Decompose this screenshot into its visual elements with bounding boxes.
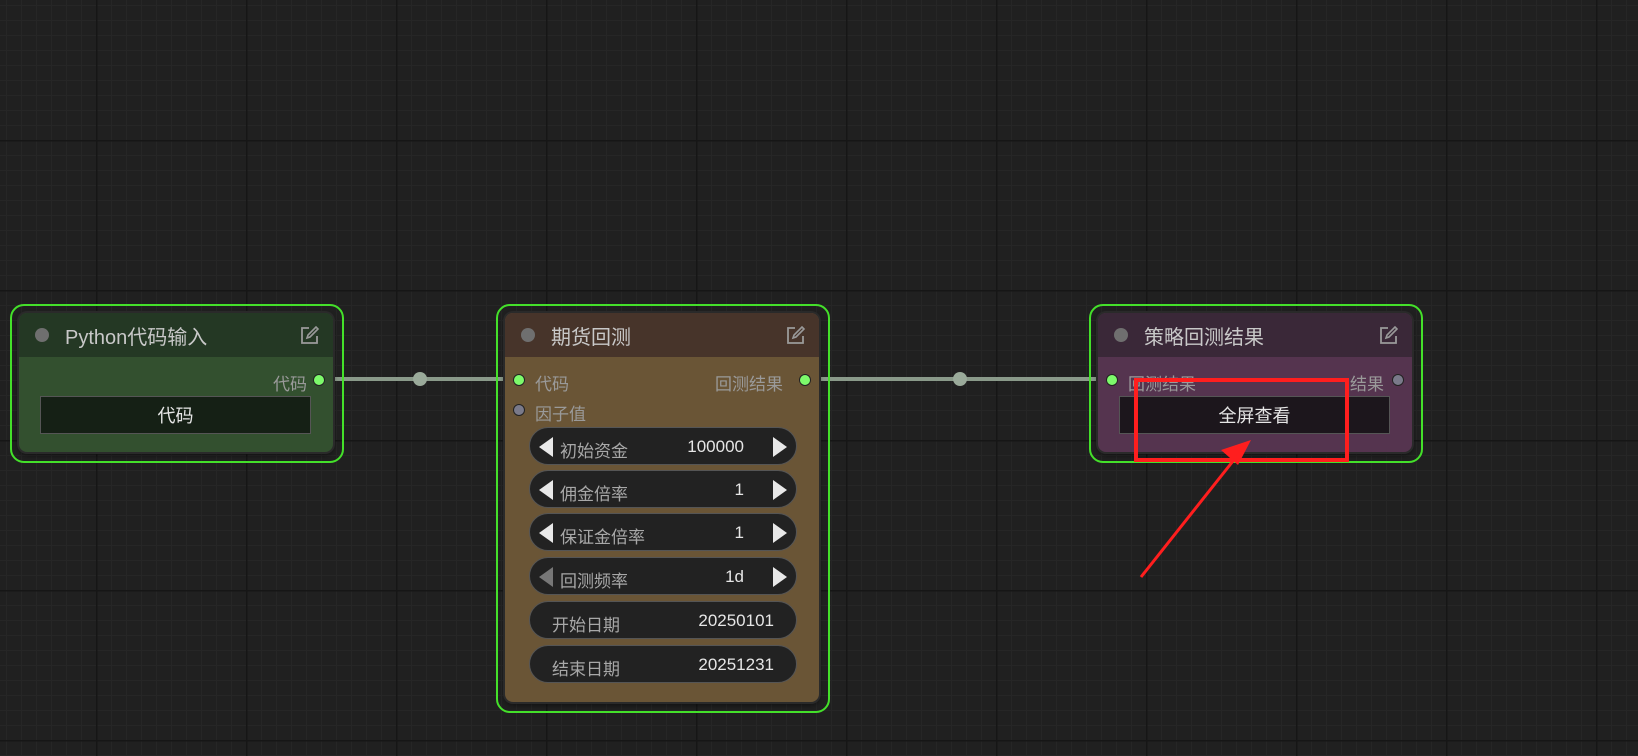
edit-icon[interactable]: [299, 326, 319, 346]
decrement-arrow-icon[interactable]: [539, 567, 553, 587]
output-port-result[interactable]: [1392, 374, 1404, 386]
widget-value: 1: [734, 523, 744, 542]
output-port-code[interactable]: [313, 374, 325, 386]
increment-arrow-icon[interactable]: [773, 480, 787, 500]
python-code-input-node[interactable]: Python代码输入 代码 代码: [19, 313, 333, 452]
input-port-factor[interactable]: [513, 404, 525, 416]
input-port-code[interactable]: [513, 374, 525, 386]
edit-icon[interactable]: [785, 326, 805, 346]
widget-label: 保证金倍率: [560, 528, 645, 547]
widget-label: 佣金倍率: [560, 485, 628, 504]
node-header[interactable]: 期货回测: [505, 313, 819, 357]
widget-label: 回测频率: [560, 572, 628, 591]
decrement-arrow-icon[interactable]: [539, 523, 553, 543]
increment-arrow-icon[interactable]: [773, 437, 787, 457]
widget-start-date[interactable]: 开始日期 20250101: [529, 601, 797, 639]
widget-label: 结束日期: [552, 660, 620, 679]
widget-commission-multiplier[interactable]: 佣金倍率 1: [529, 470, 797, 508]
node-header[interactable]: 策略回测结果: [1098, 313, 1412, 357]
widget-value: 1d: [725, 567, 744, 586]
widget-end-date[interactable]: 结束日期 20251231: [529, 645, 797, 683]
node-title: Python代码输入: [65, 326, 208, 349]
input-slot-label-factor: 因子值: [535, 405, 586, 424]
edit-icon[interactable]: [1378, 326, 1398, 346]
input-slot-label: 回测结果: [1128, 375, 1196, 394]
output-slot-label: 结果: [1350, 375, 1384, 394]
output-slot-label: 回测结果: [715, 375, 783, 394]
link-code-midpoint[interactable]: [413, 372, 427, 386]
decrement-arrow-icon[interactable]: [539, 480, 553, 500]
node-title: 策略回测结果: [1144, 326, 1264, 349]
collapse-dot[interactable]: [521, 328, 535, 342]
widget-initial-capital[interactable]: 初始资金 100000: [529, 427, 797, 465]
widget-backtest-frequency[interactable]: 回测频率 1d: [529, 557, 797, 595]
output-port-result[interactable]: [799, 374, 811, 386]
collapse-dot[interactable]: [35, 328, 49, 342]
collapse-dot[interactable]: [1114, 328, 1128, 342]
widget-value: 20250101: [698, 611, 774, 630]
widget-label: 开始日期: [552, 616, 620, 635]
widget-value: 20251231: [698, 655, 774, 674]
input-port-result[interactable]: [1106, 374, 1118, 386]
link-backtest-result-midpoint[interactable]: [953, 372, 967, 386]
widget-value: 100000: [687, 437, 744, 456]
decrement-arrow-icon[interactable]: [539, 437, 553, 457]
node-title: 期货回测: [551, 326, 631, 349]
widget-label: 初始资金: [560, 442, 628, 461]
code-button[interactable]: 代码: [40, 396, 311, 434]
node-header[interactable]: Python代码输入: [19, 313, 333, 357]
strategy-result-node[interactable]: 策略回测结果 回测结果 结果 全屏查看: [1098, 313, 1412, 452]
widget-margin-multiplier[interactable]: 保证金倍率 1: [529, 513, 797, 551]
output-slot-label: 代码: [273, 375, 307, 394]
increment-arrow-icon[interactable]: [773, 567, 787, 587]
fullscreen-view-button[interactable]: 全屏查看: [1119, 396, 1390, 434]
widget-value: 1: [734, 480, 744, 499]
input-slot-label-code: 代码: [535, 375, 569, 394]
futures-backtest-node[interactable]: 期货回测 代码 因子值 回测结果 初始资金 100000 佣金倍率 1 保证金倍…: [505, 313, 819, 702]
increment-arrow-icon[interactable]: [773, 523, 787, 543]
